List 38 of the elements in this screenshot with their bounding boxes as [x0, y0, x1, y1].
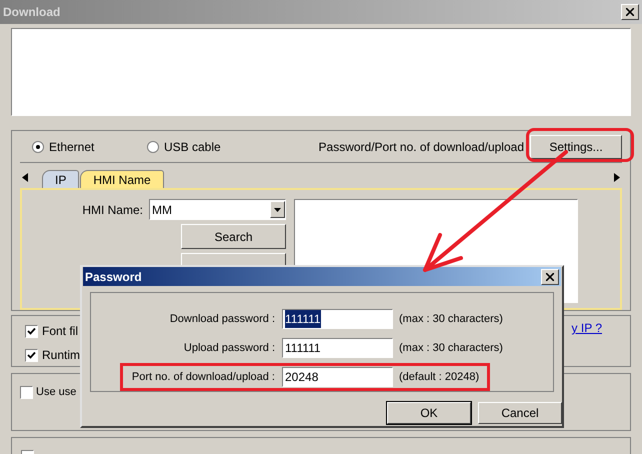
- checkbox-label: Use use: [36, 385, 76, 400]
- field-label: Upload password :: [182, 340, 275, 356]
- checkbox[interactable]: [20, 386, 33, 399]
- settings-label: Password/Port no. of download/upload: [318, 138, 524, 156]
- close-icon: [626, 8, 634, 16]
- field-label: Download password :: [168, 312, 275, 327]
- field-label: Port no. of download/upload :: [130, 370, 275, 385]
- close-button[interactable]: [541, 268, 559, 284]
- scroll-right-icon[interactable]: [614, 173, 620, 182]
- input-field[interactable]: 111111: [282, 338, 393, 358]
- field-hint: (default : 20248): [399, 370, 480, 385]
- checkbox[interactable]: [25, 324, 38, 338]
- checkbox-label: Runtim: [42, 347, 80, 364]
- window-title: Download: [3, 4, 60, 21]
- radio-button[interactable]: [32, 140, 44, 152]
- field-hint: (max : 30 characters): [399, 340, 503, 356]
- dropdown-arrow-icon: [274, 208, 281, 212]
- close-button[interactable]: [621, 4, 639, 20]
- dialog-title: Password: [85, 268, 142, 286]
- help-link[interactable]: y IP ?: [572, 319, 602, 337]
- close-icon: [546, 272, 554, 280]
- checkbox[interactable]: [25, 348, 38, 362]
- dialog-button[interactable]: OK: [387, 402, 471, 424]
- radio-button[interactable]: [147, 140, 159, 152]
- radio-label: Ethernet: [49, 138, 94, 156]
- tab[interactable]: HMI Name: [80, 170, 164, 188]
- dialog-button[interactable]: Cancel: [478, 402, 562, 424]
- hmi-name-label: HMI Name:: [82, 202, 143, 218]
- radio-label: USB cable: [164, 138, 221, 156]
- search-button[interactable]: Search: [181, 224, 286, 249]
- checkbox-label: Font fil: [42, 323, 78, 340]
- tab[interactable]: IP: [42, 170, 80, 188]
- field-hint: (max : 30 characters): [399, 312, 503, 327]
- input-field[interactable]: 20248: [282, 367, 393, 387]
- input-field[interactable]: 111111: [282, 309, 393, 329]
- scroll-left-icon[interactable]: [22, 173, 28, 182]
- hmi-name-dropdown[interactable]: MM: [149, 199, 286, 220]
- settings-button[interactable]: Settings...: [530, 134, 622, 158]
